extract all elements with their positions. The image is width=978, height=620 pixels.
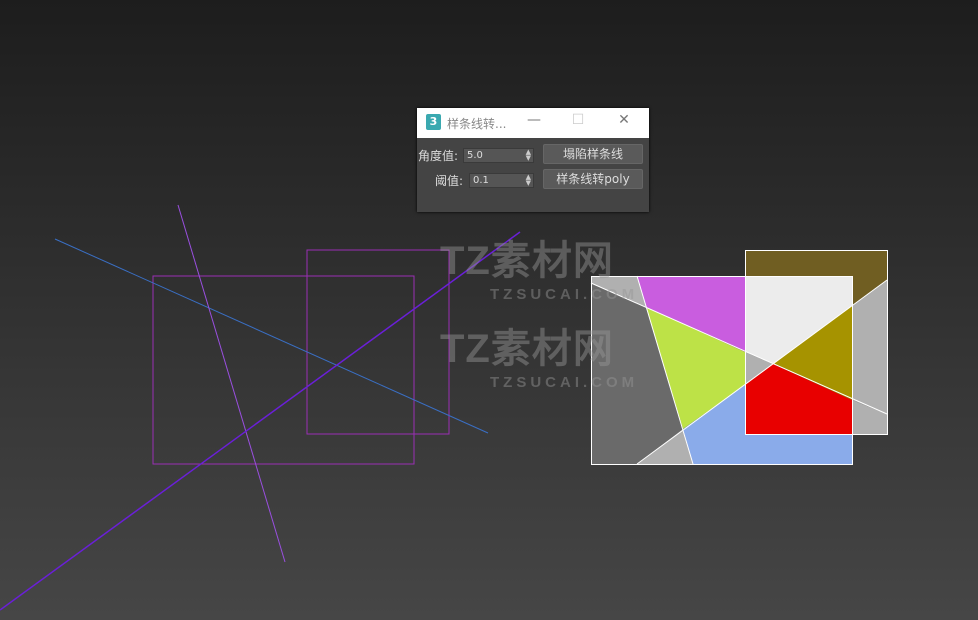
dialog-title: 样条线转... [447, 117, 507, 131]
collapse-spline-button[interactable]: 塌陷样条线 [543, 144, 643, 164]
watermark-url: TZSUCAI.COM [490, 286, 639, 303]
spline-rect-left [152, 275, 415, 465]
spline-to-poly-button[interactable]: 样条线转poly [543, 169, 643, 189]
spline-to-poly-dialog: 3 样条线转... — ☐ ✕ 角度值: 5.0 ▲ ▼ 阈值: 0.1 ▲ ▼ 塌… [417, 108, 649, 212]
title-bar[interactable]: 3 样条线转... — ☐ ✕ [417, 108, 649, 138]
spline-line-blue [54, 238, 489, 434]
watermark: TZ素材网 TZSUCAI.COM [440, 316, 638, 391]
watermark-brand: TZ素材网 [440, 239, 614, 283]
spline-line-purple [177, 204, 286, 563]
watermark-url: TZSUCAI.COM [490, 374, 639, 391]
threshold-value: 0.1 [473, 175, 489, 186]
watermark: TZ素材网 TZSUCAI.COM [440, 228, 638, 303]
watermark-brand: TZ素材网 [440, 327, 614, 371]
minimize-button[interactable]: — [524, 112, 544, 128]
viewport-scene [0, 204, 888, 611]
threshold-label: 阈值: [435, 174, 464, 188]
spinner-arrows-icon[interactable]: ▲ ▼ [526, 174, 531, 187]
threshold-spinner[interactable]: 0.1 ▲ ▼ [469, 173, 534, 188]
angle-value: 5.0 [467, 150, 483, 161]
spinner-arrows-icon[interactable]: ▲ ▼ [526, 149, 531, 162]
angle-label: 角度值: [418, 149, 459, 163]
app-icon: 3 [426, 114, 441, 130]
maximize-button[interactable]: ☐ [568, 112, 588, 128]
close-button[interactable]: ✕ [614, 112, 634, 128]
angle-spinner[interactable]: 5.0 ▲ ▼ [463, 148, 534, 163]
